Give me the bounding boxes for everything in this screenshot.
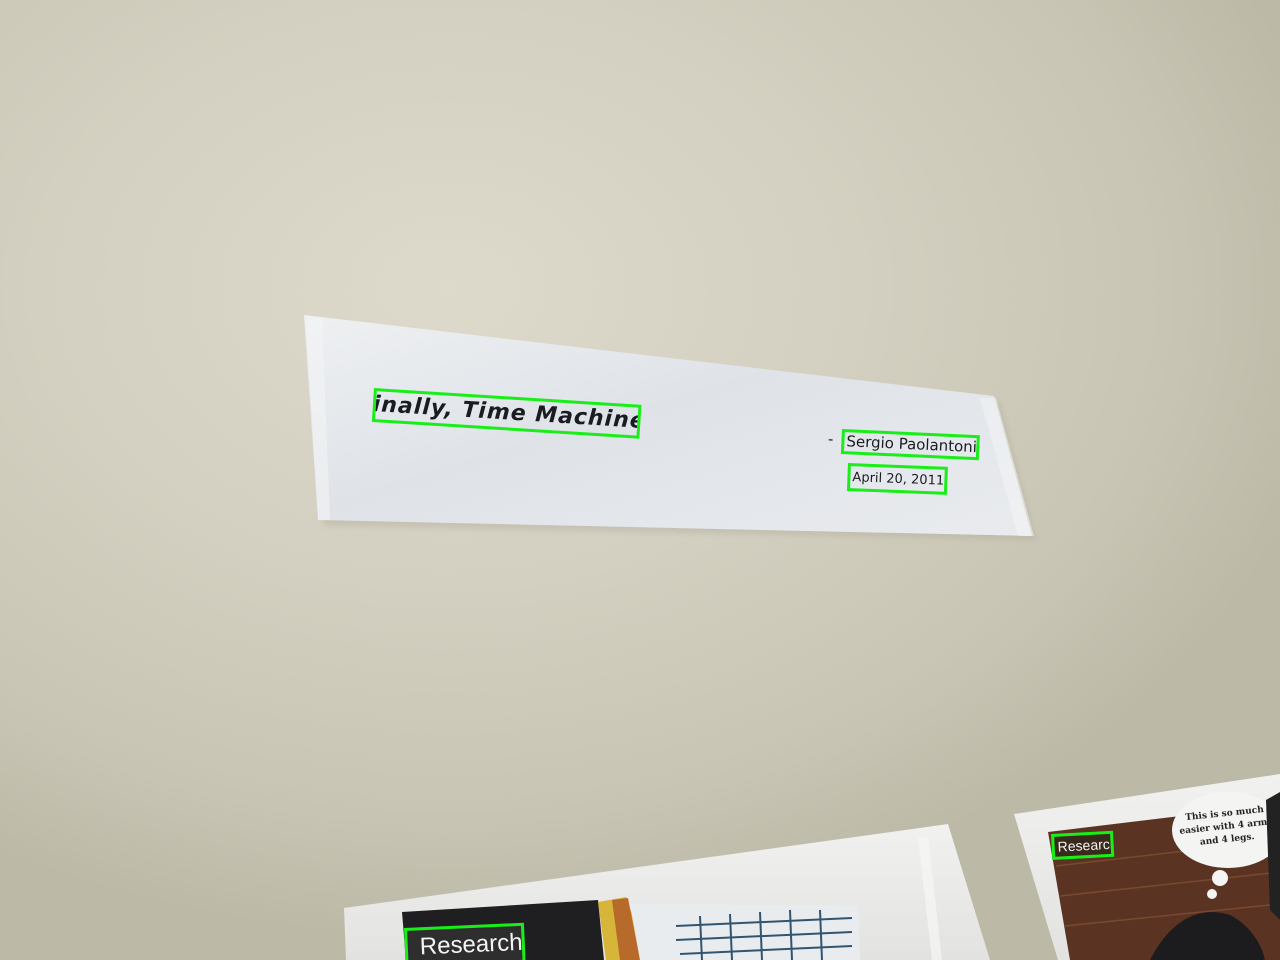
poster-left-research-label: Research xyxy=(404,922,526,960)
author-dash: - xyxy=(827,429,834,449)
note-date: April 20, 2011 xyxy=(846,463,948,495)
bubble-dot-large xyxy=(1212,870,1228,886)
wall-photo-graphic xyxy=(304,315,1280,960)
poster-right-research-label: Research xyxy=(1051,830,1115,860)
bubble-dot-small xyxy=(1207,889,1217,899)
note-paper xyxy=(304,315,1032,536)
photo-scene: Finally, Time Machine! - Sergio Paolanto… xyxy=(0,0,1280,960)
